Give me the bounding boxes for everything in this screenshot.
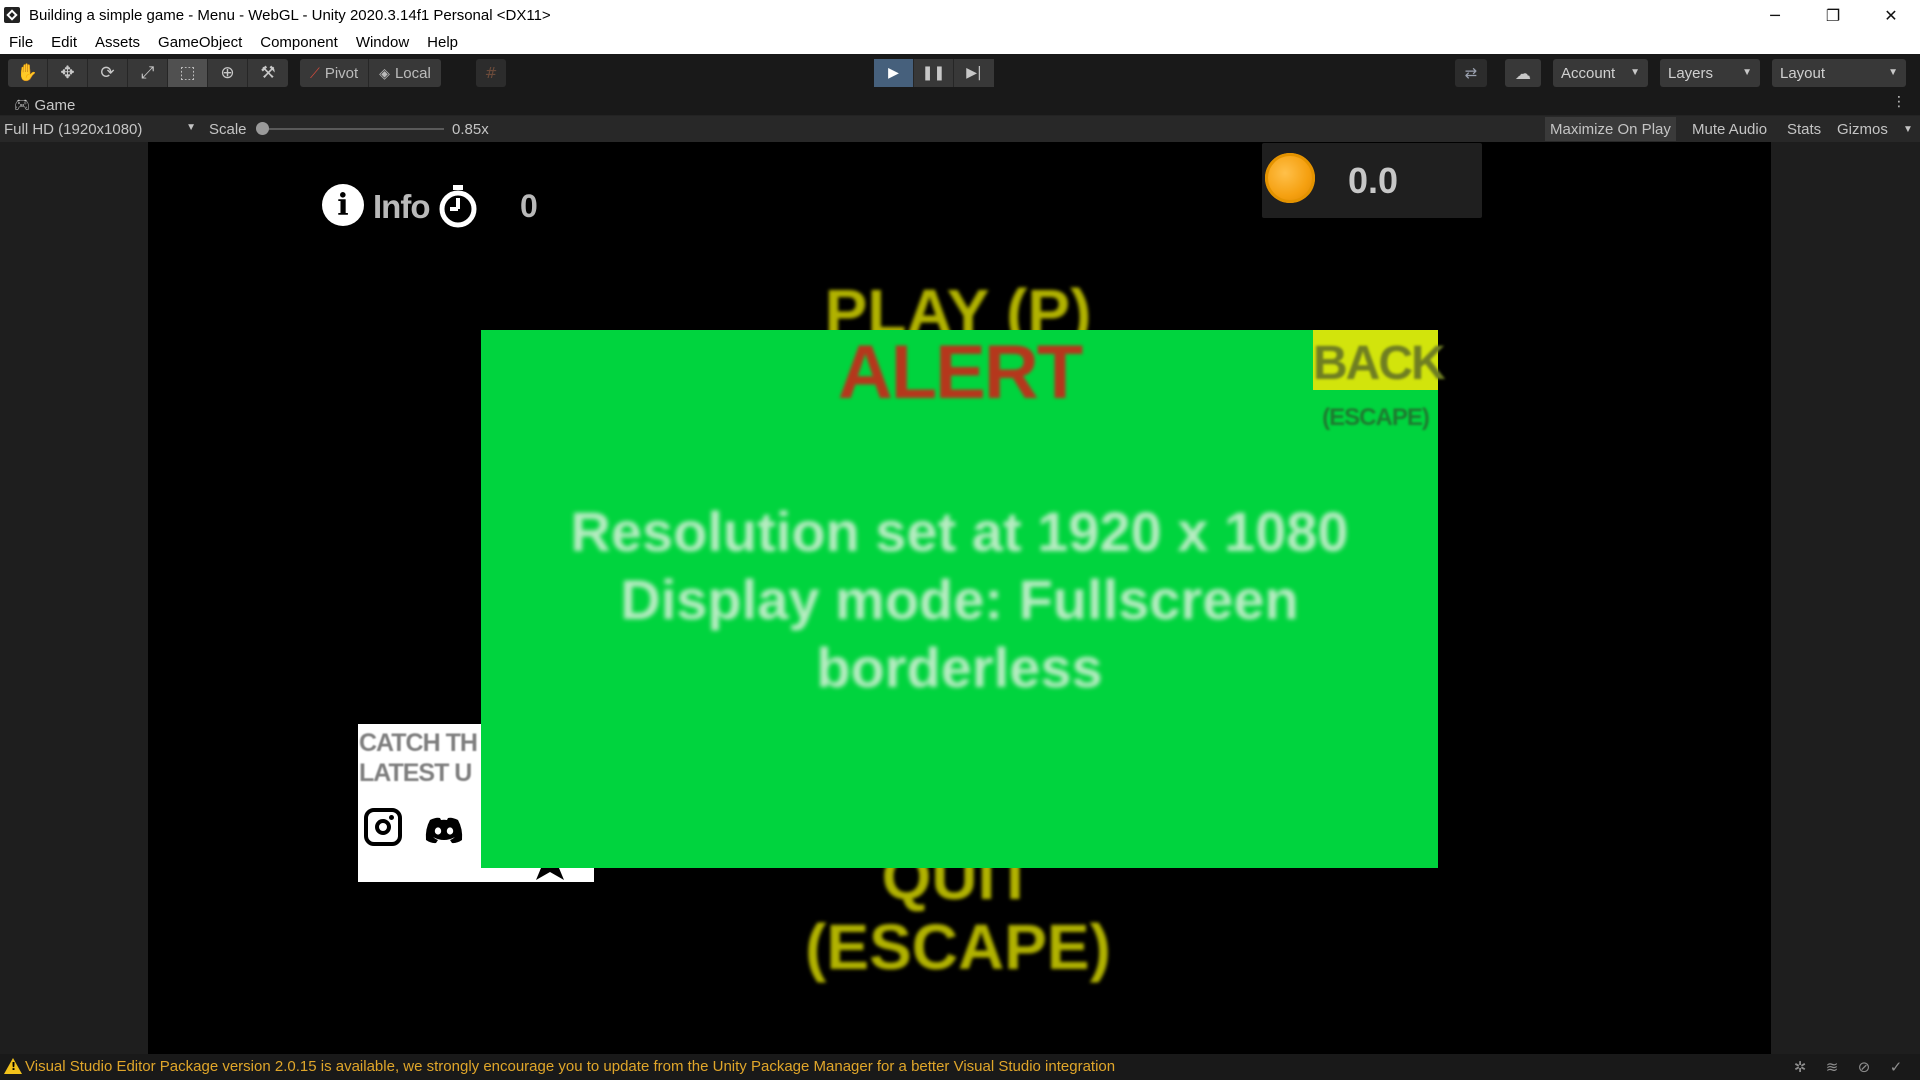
menu-component[interactable]: Component [251,34,347,51]
playmode-controls: ▶ ❚❚ ▶| [874,59,994,87]
window-controls: ─ ❐ ✕ [1746,0,1920,30]
social-heading-line1: CATCH TH [359,729,478,757]
window-title: Building a simple game - Menu - WebGL - … [29,6,551,24]
move-tool-icon[interactable]: ✥ [48,59,88,87]
gizmos-chevron-down-icon[interactable]: ▼ [1898,117,1918,141]
timer-value: 0 [520,188,538,224]
restore-button[interactable]: ❐ [1804,0,1862,30]
scale-slider-handle[interactable] [256,122,269,135]
transform-tools: ✋ ✥ ⟳ ⤢ ⬚ ⊕ ⚒ [8,59,288,87]
local-cube-icon: ◈ [379,64,390,81]
layout-label: Layout [1780,64,1826,82]
coin-count: 0.0 [1348,160,1399,201]
local-toggle[interactable]: ◈ Local [369,59,441,87]
more-options-icon[interactable]: ⋮ [1892,94,1906,110]
pivot-label: Pivot [324,64,359,82]
chevron-down-icon: ▼ [1630,67,1640,78]
instagram-icon[interactable] [364,808,402,846]
account-label: Account [1561,64,1616,82]
game-view-toolbar: Full HD (1920x1080) ▼ Scale 0.85x Maximi… [0,116,1920,142]
step-button[interactable]: ▶| [954,59,994,87]
layers-icon[interactable]: ≋ [1816,1057,1848,1077]
info-icon[interactable]: i [322,184,364,226]
scale-slider-track[interactable] [262,128,444,130]
scale-tool-icon[interactable]: ⤢ [128,59,168,87]
pivot-group: ⟋ Pivot ◈ Local [300,59,441,87]
account-dropdown[interactable]: Account ▼ [1553,59,1648,87]
status-bar: Visual Studio Editor Package version 2.0… [0,1054,1920,1080]
chevron-down-icon: ▼ [1888,67,1898,78]
tab-game-label: Game [34,96,76,114]
local-label: Local [394,64,431,82]
unity-logo-icon [4,7,20,23]
layers-label: Layers [1668,64,1714,82]
main-toolbar: ✋ ✥ ⟳ ⤢ ⬚ ⊕ ⚒ ⟋ Pivot ◈ Local # ▶ ❚❚ ▶| … [0,54,1920,92]
stats-toggle[interactable]: Stats [1782,117,1826,141]
transform-tool-icon[interactable]: ⊕ [208,59,248,87]
alert-message-line3: borderless [816,636,1103,699]
alert-message-line2: Display mode: Fullscreen [620,568,1299,631]
rotate-tool-icon[interactable]: ⟳ [88,59,128,87]
gamepad-icon: 🎮︎ [14,97,31,112]
warning-icon [4,1058,22,1074]
check-circle-icon[interactable]: ✓ [1880,1057,1912,1077]
mute-audio-toggle[interactable]: Mute Audio [1687,117,1772,141]
resolution-dropdown[interactable]: Full HD (1920x1080) ▼ [4,119,196,139]
menu-gameobject[interactable]: GameObject [149,34,251,51]
bug-icon[interactable]: ✲ [1784,1057,1816,1077]
social-heading-line2: LATEST U [359,759,472,787]
chevron-down-icon: ▼ [186,122,196,133]
tab-bar: 🎮︎ Game ⋮ [0,92,1920,116]
minimize-button[interactable]: ─ [1746,0,1804,30]
play-button[interactable]: ▶ [874,59,914,87]
coin-icon [1265,153,1315,203]
stopwatch-icon [439,185,477,228]
info-label[interactable]: Info [373,188,430,226]
status-icons: ✲ ≋ ⊘ ✓ [1784,1057,1912,1077]
grid-snap-icon[interactable]: # [476,59,506,87]
alert-message-line1: Resolution set at 1920 x 1080 [570,500,1349,563]
scale-label: Scale [209,121,247,138]
status-message[interactable]: Visual Studio Editor Package version 2.0… [25,1058,1115,1075]
layout-dropdown[interactable]: Layout ▼ [1772,59,1906,87]
layers-dropdown[interactable]: Layers ▼ [1660,59,1760,87]
custom-tool-icon[interactable]: ⚒ [248,59,288,87]
back-button[interactable]: BACK [1313,330,1446,390]
pivot-toggle[interactable]: ⟋ Pivot [300,59,370,87]
collab-icon[interactable]: ⇄ [1455,59,1487,87]
cloud-icon[interactable]: ☁ [1505,59,1541,87]
menu-assets[interactable]: Assets [86,34,149,51]
social-heading: CATCH TH LATEST U [359,728,478,788]
back-hint: (ESCAPE) [1322,404,1430,431]
menu-window[interactable]: Window [347,34,418,51]
coin-panel: 0.0 [1262,143,1482,218]
quit-hint: (ESCAPE) [805,911,1111,983]
alert-dialog: ALERT BACK (ESCAPE) Resolution set at 19… [481,330,1446,868]
menu-file[interactable]: File [0,34,42,51]
title-bar: Building a simple game - Menu - WebGL - … [0,0,1920,30]
alert-message: Resolution set at 1920 x 1080 Display mo… [481,498,1438,702]
pivot-icon: ⟋ [310,64,320,81]
chevron-down-icon: ▼ [1742,67,1752,78]
resolution-label: Full HD (1920x1080) [4,120,143,138]
network-icon[interactable]: ⊘ [1848,1057,1880,1077]
discord-icon[interactable] [424,816,464,844]
game-canvas[interactable]: i Info 0 0.0 PLAY (P) QUIT (ESCAPE) CATC… [148,142,1771,1054]
menu-edit[interactable]: Edit [42,34,86,51]
alert-title: ALERT [837,330,1083,415]
close-button[interactable]: ✕ [1862,0,1920,30]
maximize-on-play-toggle[interactable]: Maximize On Play [1545,117,1676,141]
menu-help[interactable]: Help [418,34,467,51]
hand-tool-icon[interactable]: ✋ [8,59,48,87]
rect-tool-icon[interactable]: ⬚ [168,59,208,87]
tab-game[interactable]: 🎮︎ Game [8,94,81,116]
back-label: BACK [1313,337,1446,390]
pause-button[interactable]: ❚❚ [914,59,954,87]
scale-value: 0.85x [452,121,489,138]
gizmos-toggle[interactable]: Gizmos [1832,117,1893,141]
menu-bar: File Edit Assets GameObject Component Wi… [0,30,1920,54]
